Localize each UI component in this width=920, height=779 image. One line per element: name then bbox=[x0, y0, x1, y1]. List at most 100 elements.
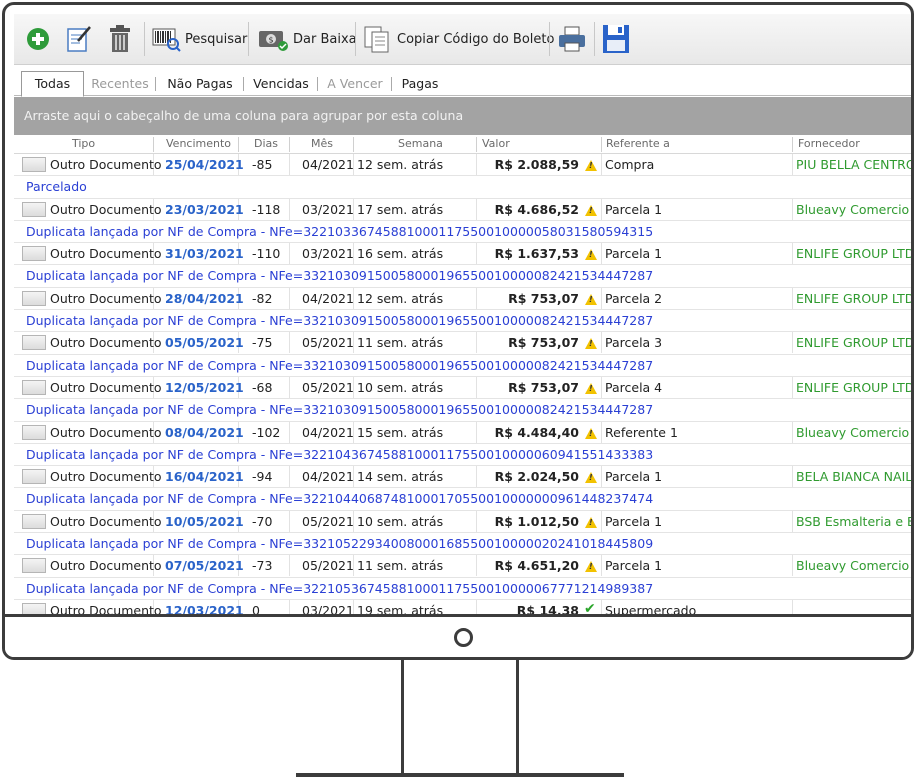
cell-fornecedor: Blueavy Comercio de bbox=[796, 558, 911, 574]
search-button[interactable]: Pesquisar bbox=[151, 23, 247, 55]
table-row[interactable]: Outro Documento 08/04/2021 -102 04/2021 15 s… bbox=[14, 421, 911, 444]
cell-vencimento: 16/04/2021 bbox=[165, 469, 244, 485]
cell-referente: Parcela 4 bbox=[605, 379, 663, 395]
cell-fornecedor: Blueavy Comercio de bbox=[796, 424, 911, 440]
col-header-semana[interactable]: Semana bbox=[398, 137, 443, 150]
cell-fornecedor: ENLIFE GROUP LTDA bbox=[796, 246, 914, 262]
cell-tipo: Outro Documento bbox=[50, 424, 162, 440]
dar-baixa-button[interactable]: $ Dar Baixa bbox=[257, 23, 357, 55]
row-select-checkbox[interactable] bbox=[22, 558, 46, 574]
col-header-referente[interactable]: Referente a bbox=[606, 137, 670, 150]
cell-tipo: Outro Documento bbox=[50, 558, 162, 574]
table-row[interactable]: Outro Documento 12/05/2021 -68 05/2021 10 se… bbox=[14, 376, 911, 400]
add-button[interactable] bbox=[26, 23, 50, 55]
tab-todas[interactable]: Todas bbox=[21, 71, 84, 97]
dar-baixa-label: Dar Baixa bbox=[293, 31, 357, 47]
cell-mes: 04/2021 bbox=[302, 469, 354, 485]
cell-semana: 15 sem. atrás bbox=[357, 424, 444, 440]
cell-valor: R$ 2.088,59 bbox=[494, 157, 579, 172]
row-select-checkbox[interactable] bbox=[22, 469, 46, 485]
table-row[interactable]: Outro Documento 31/03/2021 -110 03/2021 16 s… bbox=[14, 243, 914, 266]
row-select-checkbox[interactable] bbox=[22, 379, 46, 395]
cell-tipo: Outro Documento bbox=[50, 246, 162, 262]
cell-mes: 05/2021 bbox=[302, 335, 354, 351]
cell-semana: 12 sem. atrás bbox=[357, 157, 444, 172]
cell-tipo: Outro Documento bbox=[50, 290, 162, 306]
cell-fornecedor: BELA BIANCA NAILS C bbox=[796, 469, 913, 485]
row-select-checkbox[interactable] bbox=[22, 246, 46, 262]
tab-pagas[interactable]: Pagas bbox=[395, 73, 445, 95]
warning-icon bbox=[585, 470, 597, 485]
table-row[interactable]: Outro Documento 07/05/2021 -73 05/2021 11 se… bbox=[14, 555, 911, 578]
row-select-checkbox[interactable] bbox=[22, 201, 46, 217]
row-select-checkbox[interactable] bbox=[22, 424, 46, 440]
copy-document-icon bbox=[364, 26, 389, 53]
cell-dias: -70 bbox=[252, 513, 273, 529]
floppy-save-icon bbox=[603, 25, 629, 53]
cell-valor: R$ 2.024,50 bbox=[494, 469, 579, 485]
edit-icon bbox=[67, 26, 91, 52]
group-by-panel[interactable]: Arraste aqui o cabeçalho de uma coluna p… bbox=[14, 97, 911, 135]
table-row[interactable]: Outro Documento 28/04/2021 -82 04/2021 12 se… bbox=[14, 287, 911, 311]
edit-button[interactable] bbox=[66, 23, 92, 55]
cell-dias: -110 bbox=[252, 246, 281, 262]
barcode-search-icon bbox=[152, 28, 181, 52]
col-header-mes[interactable]: Mês bbox=[311, 137, 333, 150]
copy-boleto-button[interactable]: Copiar Código do Boleto bbox=[363, 23, 554, 55]
save-button[interactable] bbox=[602, 23, 630, 55]
col-header-valor[interactable]: Valor bbox=[482, 137, 510, 150]
table-row[interactable]: Outro Documento 10/05/2021 -70 05/2021 10 se… bbox=[14, 510, 911, 534]
cell-vencimento: 25/04/2021 bbox=[165, 157, 244, 172]
delete-button[interactable] bbox=[107, 23, 133, 55]
col-header-tipo[interactable]: Tipo bbox=[72, 137, 95, 150]
cell-semana: 12 sem. atrás bbox=[357, 290, 444, 306]
tab-vencidas[interactable]: Vencidas bbox=[247, 73, 315, 95]
col-header-fornecedor[interactable]: Fornecedor bbox=[798, 137, 860, 150]
col-header-dias[interactable]: Dias bbox=[254, 137, 278, 150]
warning-icon bbox=[585, 158, 597, 173]
col-header-vencimento[interactable]: Vencimento bbox=[166, 137, 231, 150]
row-note-text: Duplicata lançada por NF de Compra - NFe… bbox=[26, 536, 654, 552]
row-select-checkbox[interactable] bbox=[22, 290, 46, 306]
cell-dias: -82 bbox=[252, 290, 273, 306]
print-button[interactable] bbox=[557, 23, 587, 55]
cell-dias: -94 bbox=[252, 469, 273, 485]
cell-dias: -75 bbox=[252, 335, 273, 351]
cell-tipo: Outro Documento bbox=[50, 513, 162, 529]
row-select-checkbox[interactable] bbox=[22, 513, 46, 529]
cell-valor: R$ 1.012,50 bbox=[494, 513, 579, 529]
row-note-text: Duplicata lançada por NF de Compra - NFe… bbox=[26, 223, 654, 239]
tab-recentes[interactable]: Recentes bbox=[86, 73, 154, 95]
cell-referente: Parcela 1 bbox=[605, 558, 663, 574]
cell-tipo: Outro Documento bbox=[50, 379, 162, 395]
cell-semana: 11 sem. atrás bbox=[357, 558, 444, 574]
tab-a-vencer[interactable]: A Vencer bbox=[321, 73, 389, 95]
warning-icon bbox=[585, 292, 597, 307]
row-detail-note: Duplicata lançada por NF de Compra - NFe… bbox=[14, 221, 911, 244]
cell-mes: 04/2021 bbox=[302, 157, 354, 172]
cell-semana: 10 sem. atrás bbox=[357, 379, 444, 395]
row-note-text: Duplicata lançada por NF de Compra - NFe… bbox=[26, 402, 654, 418]
row-note-text: Duplicata lançada por NF de Compra - NFe… bbox=[26, 580, 654, 596]
add-icon bbox=[27, 28, 49, 50]
tab-nao-pagas[interactable]: Não Pagas bbox=[159, 73, 241, 95]
row-note-text: Duplicata lançada por NF de Compra - NFe… bbox=[26, 313, 654, 329]
cell-dias: -118 bbox=[252, 201, 281, 217]
toolbar: Pesquisar $ Dar Baixa Copiar Código do B… bbox=[14, 14, 911, 65]
table-row[interactable]: Outro Documento 25/04/2021 -85 04/2021 12 se… bbox=[14, 154, 911, 177]
table-row[interactable]: Outro Documento 23/03/2021 -118 03/2021 17 s… bbox=[14, 198, 911, 221]
cell-valor: R$ 753,07 bbox=[508, 379, 579, 395]
search-button-label: Pesquisar bbox=[185, 31, 248, 47]
table-row[interactable]: Outro Documento 16/04/2021 -94 04/2021 14 se… bbox=[14, 466, 913, 489]
cell-referente: Parcela 1 bbox=[605, 246, 663, 262]
cell-referente: Referente 1 bbox=[605, 424, 678, 440]
cell-referente: Parcela 1 bbox=[605, 469, 663, 485]
row-select-checkbox[interactable] bbox=[22, 335, 46, 351]
svg-text:$: $ bbox=[269, 36, 274, 45]
table-row[interactable]: Outro Documento 05/05/2021 -75 05/2021 11 se… bbox=[14, 332, 911, 355]
row-select-checkbox[interactable] bbox=[22, 157, 46, 172]
cell-tipo: Outro Documento bbox=[50, 335, 162, 351]
cell-dias: -85 bbox=[252, 157, 273, 172]
cell-valor: R$ 753,07 bbox=[508, 335, 579, 351]
cell-vencimento: 08/04/2021 bbox=[165, 424, 244, 440]
